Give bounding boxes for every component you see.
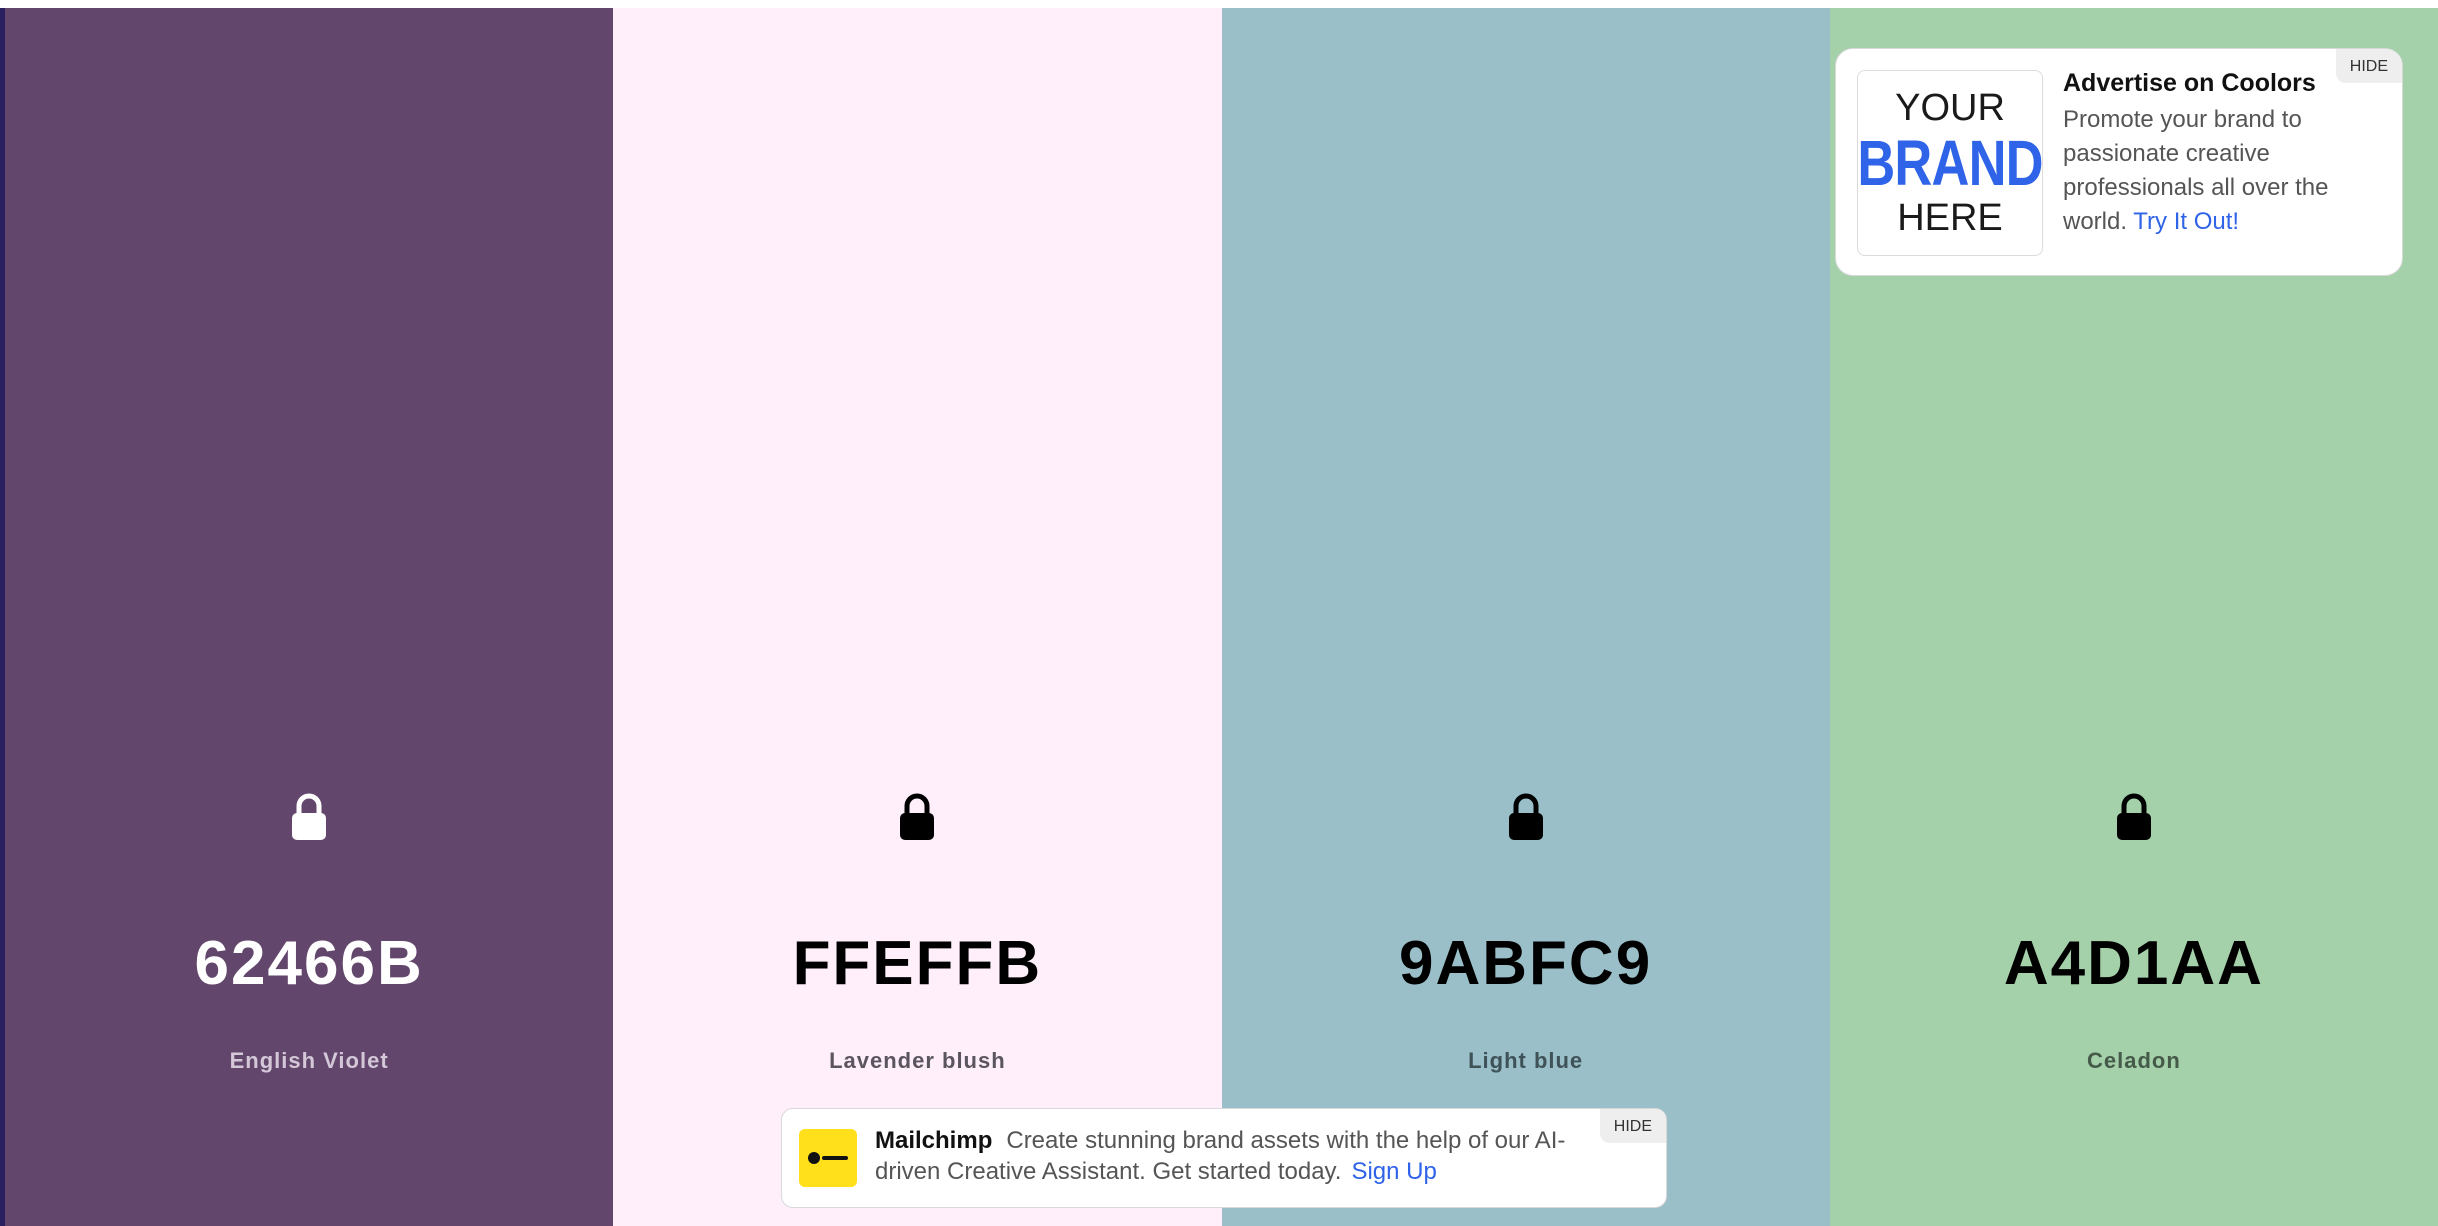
lock-icon[interactable] (1506, 792, 1546, 844)
banner-brand: Mailchimp (875, 1127, 993, 1154)
color-name[interactable]: English Violet (5, 1048, 613, 1074)
hex-code[interactable]: 62466B (5, 928, 613, 999)
banner-text: Mailchimp Create stunning brand assets wi… (875, 1125, 1575, 1187)
lock-icon[interactable] (2114, 792, 2154, 844)
ad-title: Advertise on Coolors (2063, 69, 2316, 97)
color-swatch[interactable]: FFEFFB Lavender blush (613, 8, 1222, 1226)
lock-icon[interactable] (289, 792, 329, 844)
color-swatch[interactable]: 9ABFC9 Light blue (1221, 8, 1830, 1226)
mailchimp-banner: Mailchimp Create stunning brand assets wi… (781, 1108, 1667, 1208)
logo-line-3: HERE (1897, 197, 2003, 239)
ad-link[interactable]: Try It Out! (2133, 208, 2239, 235)
brand-placeholder-logo[interactable]: YOUR BRAND HERE (1857, 70, 2044, 256)
ad-hide-button[interactable]: HIDE (2335, 49, 2402, 83)
ad-body: Promote your brand to passionate creativ… (2063, 103, 2383, 239)
mailchimp-logo-icon[interactable] (799, 1129, 857, 1187)
banner-signup-link[interactable]: Sign Up (1351, 1158, 1436, 1185)
hex-code[interactable]: A4D1AA (1830, 928, 2438, 999)
color-name[interactable]: Lavender blush (613, 1048, 1221, 1074)
ad-card: YOUR BRAND HERE Advertise on Coolors Pro… (1835, 48, 2403, 276)
color-name[interactable]: Celadon (1830, 1048, 2438, 1074)
hex-code[interactable]: 9ABFC9 (1222, 928, 1830, 999)
color-name[interactable]: Light blue (1222, 1048, 1830, 1074)
banner-hide-button[interactable]: HIDE (1599, 1109, 1666, 1143)
color-swatch[interactable]: 62466B English Violet (5, 8, 614, 1226)
hex-code[interactable]: FFEFFB (613, 928, 1221, 999)
logo-line-1: YOUR (1895, 87, 2005, 129)
logo-line-2: BRAND (1857, 127, 2043, 199)
lock-icon[interactable] (897, 792, 937, 844)
mailchimp-wordmark-icon (808, 1152, 848, 1164)
